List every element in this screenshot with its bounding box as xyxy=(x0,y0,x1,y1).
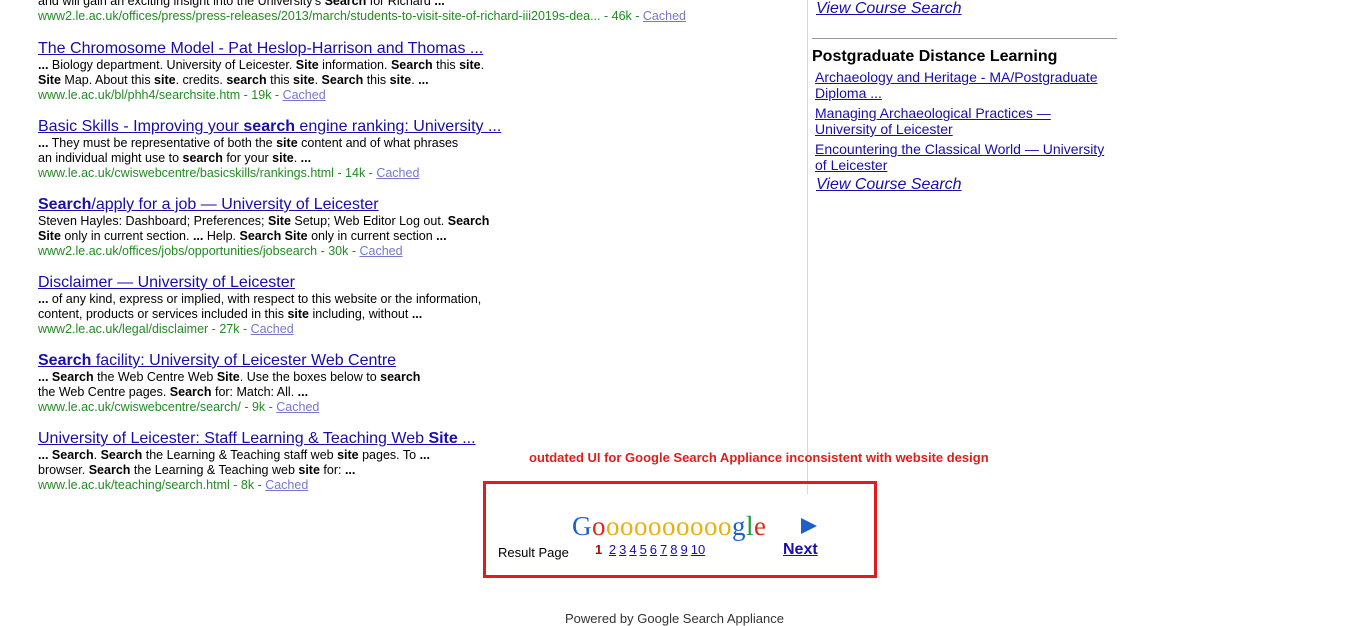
page-link[interactable]: 9 xyxy=(681,542,688,557)
cached-link[interactable]: Cached xyxy=(643,9,686,23)
cached-link[interactable]: Cached xyxy=(376,166,419,180)
column-divider xyxy=(807,0,808,494)
result-snippet-line: ... of any kind, express or implied, wit… xyxy=(38,292,482,306)
logo-letter: l xyxy=(746,511,755,541)
logo-letter: o xyxy=(662,511,676,541)
result-title-link[interactable]: Disclaimer — University of Leicester xyxy=(38,274,778,292)
result-size: 46k xyxy=(611,9,632,23)
logo-letter: o xyxy=(634,511,648,541)
logo-letter: o xyxy=(648,511,662,541)
result-title-link[interactable]: Search/apply for a job — University of L… xyxy=(38,196,778,214)
result-snippet-line: ... They must be representative of both … xyxy=(38,136,459,150)
page-link[interactable]: 5 xyxy=(640,542,647,557)
view-course-search-link[interactable]: View Course Search xyxy=(816,176,962,194)
result-page-label: Result Page xyxy=(498,545,569,560)
page-link[interactable]: 7 xyxy=(660,542,667,557)
result-title-link[interactable]: The Chromosome Model - Pat Heslop-Harris… xyxy=(38,40,778,58)
sidebar-course-link[interactable]: Encountering the Classical World — Unive… xyxy=(815,141,1104,173)
result-snippet-line: ... Search the Web Centre Web Site. Use … xyxy=(38,370,421,384)
partial-result: and will gain an exciting insight into t… xyxy=(38,0,686,24)
search-result: Search facility: University of Leicester… xyxy=(38,352,778,415)
result-url: www.le.ac.uk/cwiswebcentre/search/ xyxy=(38,400,241,414)
page-numbers: 1 2 3 4 5 6 7 8 9 10 xyxy=(595,542,708,557)
logo-letter: o xyxy=(704,511,718,541)
logo-letter: o xyxy=(718,511,732,541)
result-title-link[interactable]: Basic Skills - Improving your search eng… xyxy=(38,118,778,136)
search-result: Search/apply for a job — University of L… xyxy=(38,196,778,259)
view-course-search-link[interactable]: View Course Search xyxy=(816,0,962,18)
sidebar-course-link[interactable]: Archaeology and Heritage - MA/Postgradua… xyxy=(815,69,1098,101)
cached-link[interactable]: Cached xyxy=(283,88,326,102)
result-snippet-line: browser. Search the Learning & Teaching … xyxy=(38,463,356,477)
result-snippet-line: the Web Centre pages. Search for: Match:… xyxy=(38,385,309,399)
annotation-note: outdated UI for Google Search Appliance … xyxy=(529,450,989,465)
result-url: www.le.ac.uk/bl/phh4/searchsite.htm xyxy=(38,88,241,102)
result-snippet-line: ... Biology department. University of Le… xyxy=(38,58,485,72)
result-snippet-line: Site only in current section. ... Help. … xyxy=(38,229,447,243)
result-url-line: www.le.ac.uk/bl/phh4/searchsite.htm - 19… xyxy=(38,88,326,102)
result-title-link[interactable]: Search facility: University of Leicester… xyxy=(38,352,778,370)
next-arrow-icon[interactable] xyxy=(801,518,817,534)
cached-link[interactable]: Cached xyxy=(251,322,294,336)
page-link[interactable]: 8 xyxy=(670,542,677,557)
page-link[interactable]: 10 xyxy=(691,542,705,557)
search-result: Basic Skills - Improving your search eng… xyxy=(38,118,778,181)
google-logo: Goooooooooogle xyxy=(572,511,767,541)
page-link[interactable]: 3 xyxy=(619,542,626,557)
current-page: 1 xyxy=(595,542,603,557)
page-link[interactable]: 6 xyxy=(650,542,657,557)
cached-link[interactable]: Cached xyxy=(265,478,308,492)
logo-letter: o xyxy=(592,511,606,541)
result-size: 9k xyxy=(251,400,266,414)
logo-letter: g xyxy=(732,511,746,541)
footer-powered-by: Powered by Google Search Appliance xyxy=(565,611,784,626)
page-link[interactable]: 2 xyxy=(609,542,616,557)
result-url-line: www2.le.ac.uk/offices/jobs/opportunities… xyxy=(38,244,403,258)
result-url-line: www.le.ac.uk/cwiswebcentre/search/ - 9k … xyxy=(38,400,320,414)
logo-letter: e xyxy=(754,511,767,541)
search-result: The Chromosome Model - Pat Heslop-Harris… xyxy=(38,40,778,103)
result-url: www.le.ac.uk/teaching/search.html xyxy=(38,478,230,492)
result-url: www2.le.ac.uk/legal/disclaimer xyxy=(38,322,209,336)
result-snippet-line: an individual might use to search for yo… xyxy=(38,151,312,165)
result-size: 19k xyxy=(251,88,272,102)
result-url: www.le.ac.uk/cwiswebcentre/basicskills/r… xyxy=(38,166,334,180)
next-page-link[interactable]: Next xyxy=(783,541,818,559)
result-size: 27k xyxy=(219,322,240,336)
result-url-line: www2.le.ac.uk/offices/press/press-releas… xyxy=(38,9,686,23)
sidebar-divider xyxy=(812,38,1117,39)
logo-letter: o xyxy=(690,511,704,541)
page-link[interactable]: 4 xyxy=(629,542,636,557)
result-snippet-line: content, products or services included i… xyxy=(38,307,423,321)
result-size: 8k xyxy=(240,478,255,492)
result-snippet-line: Steven Hayles: Dashboard; Preferences; S… xyxy=(38,214,490,228)
logo-letter: G xyxy=(572,511,592,541)
logo-letter: o xyxy=(606,511,620,541)
result-size: 30k xyxy=(328,244,349,258)
result-url: www2.le.ac.uk/offices/press/press-releas… xyxy=(38,9,601,23)
result-snippet: and will gain an exciting insight into t… xyxy=(38,0,445,8)
sidebar-heading: Postgraduate Distance Learning xyxy=(812,48,1058,65)
result-size: 14k xyxy=(345,166,366,180)
sidebar-course-link[interactable]: Managing Archaeological Practices — Univ… xyxy=(815,105,1051,137)
result-snippet-line: Site Map. About this site. credits. sear… xyxy=(38,73,429,87)
cached-link[interactable]: Cached xyxy=(359,244,402,258)
result-url-line: www.le.ac.uk/cwiswebcentre/basicskills/r… xyxy=(38,166,420,180)
logo-letter: o xyxy=(676,511,690,541)
result-url: www2.le.ac.uk/offices/jobs/opportunities… xyxy=(38,244,318,258)
result-title-link[interactable]: University of Leicester: Staff Learning … xyxy=(38,430,778,448)
logo-letter: o xyxy=(620,511,634,541)
result-url-line: www2.le.ac.uk/legal/disclaimer - 27k - C… xyxy=(38,322,294,336)
search-result: Disclaimer — University of Leicester... … xyxy=(38,274,778,337)
cached-link[interactable]: Cached xyxy=(276,400,319,414)
